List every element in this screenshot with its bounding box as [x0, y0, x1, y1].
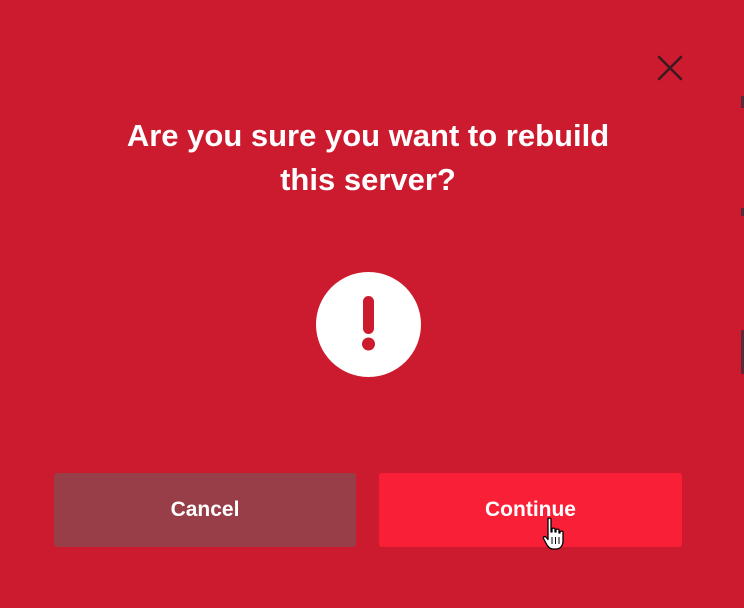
dialog-title-line-1: Are you sure you want to rebuild — [126, 118, 610, 153]
cancel-button[interactable]: Cancel — [54, 473, 356, 547]
close-icon — [657, 55, 683, 81]
continue-button-label: Continue — [485, 498, 576, 521]
dialog-title: Are you sure you want to rebuild this se… — [0, 114, 736, 202]
cancel-button-label: Cancel — [170, 498, 240, 521]
close-button[interactable] — [654, 52, 686, 84]
exclamation-circle-icon — [316, 272, 421, 377]
dialog-title-line-2: this server? — [280, 162, 456, 197]
rebuild-confirm-dialog: Are you sure you want to rebuild this se… — [0, 0, 744, 608]
continue-button[interactable]: Continue — [379, 473, 682, 547]
